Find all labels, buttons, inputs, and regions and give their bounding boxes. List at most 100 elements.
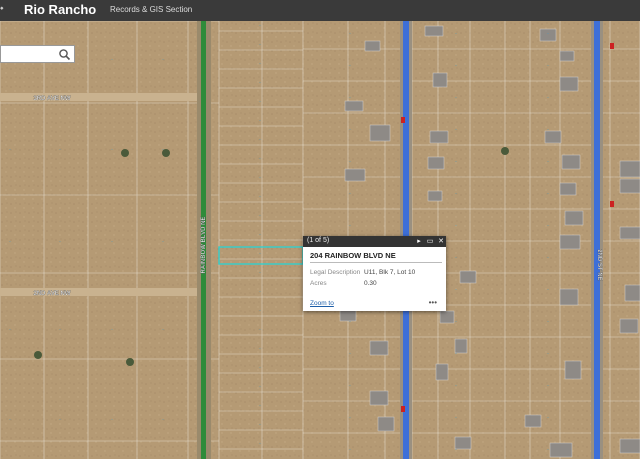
parcel-number-marker: · [547,63,549,69]
parcel-number-marker: · [455,223,457,229]
parcel-number-marker: · [9,147,11,153]
more-actions-icon[interactable]: ••• [429,298,437,307]
street-line [594,21,600,459]
parcel-number-marker: · [349,351,351,357]
parcel-number-marker: · [259,175,261,181]
parcel-number-marker: · [455,63,457,69]
parcel-number-marker: · [455,351,457,357]
parcel-number-marker: · [162,57,164,63]
parcel-number-marker: · [9,417,11,423]
parcel-number-marker: · [259,441,261,447]
parcel-number-marker: · [111,239,113,245]
house [369,340,389,356]
parcel-number-marker: · [349,319,351,325]
tree [121,149,129,157]
parcel-number-marker: · [455,127,457,133]
parcel-number-marker: · [59,147,61,153]
street [0,93,205,101]
parcel-number-marker: · [349,223,351,229]
popup-divider [310,262,442,263]
parcel-number-marker: · [349,447,351,453]
parcel-number-marker: · [259,251,261,257]
parcel-number-marker: · [547,255,549,261]
parcel-number-marker: · [259,23,261,29]
parcel-number-marker: · [455,191,457,197]
parcel-number-marker: · [259,156,261,162]
house [549,442,573,458]
parcel-number-marker: · [455,255,457,261]
house [619,438,640,454]
parcel-number-marker: · [259,99,261,105]
parcel-number-marker: · [547,191,549,197]
parcel-number-marker: · [162,147,164,153]
parcel-number-marker: · [259,346,261,352]
hydrant-marker [401,406,405,412]
close-icon[interactable]: ✕ [436,236,446,247]
house [624,284,640,302]
parcel-number-marker: · [547,447,549,453]
parcel-number-marker: · [455,287,457,293]
zoom-to-link[interactable]: Zoom to [310,300,334,307]
parcel-number-marker: · [455,319,457,325]
parcel-number-marker: · [9,239,11,245]
house [369,390,389,406]
app-logo-icon: ⬩ [0,3,4,14]
parcel-number-marker: · [259,61,261,67]
parcel-number-marker: · [349,127,351,133]
hydrant-marker [610,201,614,207]
house [561,154,581,170]
search-input[interactable] [3,48,57,60]
parcel-number-marker: · [259,308,261,314]
app-subtitle: Records & GIS Section [110,5,193,14]
house [424,25,444,37]
popup-field-value: 0.30 [364,280,377,287]
parcel-number-marker: · [259,327,261,333]
parcel-number-marker: · [259,80,261,86]
parcel-number-marker: · [547,31,549,37]
parcel-number-marker: · [259,422,261,428]
parcel-number-marker: · [162,417,164,423]
app-title: Rio Rancho [24,2,97,17]
maximize-icon[interactable]: ▭ [425,236,435,247]
street-label: 2ND AVE NW [33,291,70,297]
parcel-number-marker: · [349,95,351,101]
parcel-number-marker: · [59,327,61,333]
parcel-number-marker: · [259,42,261,48]
parcel-number-marker: · [59,417,61,423]
house [559,182,577,196]
house [559,288,579,306]
parcel-number-marker: · [111,417,113,423]
house [559,76,579,92]
app-header: ⬩ Rio Rancho Records & GIS Section [0,0,640,21]
parcel-number-marker: · [162,327,164,333]
next-feature-icon[interactable]: ▸ [414,236,424,247]
house [559,234,581,250]
parcel-number-marker: · [547,287,549,293]
map-view[interactable]: · · · · · · · · · · · · · · · · · · · · · · · · · · · · · · · · · · · · · · · ·… [0,21,640,459]
feature-popup: (1 of 5) ▸ ▭ ✕ 204 RAINBOW BLVD NE Legal… [303,236,446,311]
house [619,160,640,178]
parcel-number-marker: · [59,239,61,245]
parcel-number-marker: · [259,194,261,200]
house [427,190,443,202]
search-box [0,45,75,63]
parcel-number-marker: · [259,137,261,143]
house [619,318,639,334]
tree [501,147,509,155]
parcel-number-marker: · [259,118,261,124]
house [364,40,381,52]
popup-header: (1 of 5) ▸ ▭ ✕ [303,236,446,247]
house [344,100,364,112]
parcel-number-marker: · [259,384,261,390]
parcel-number-marker: · [111,57,113,63]
house [559,50,575,62]
house [459,270,477,284]
parcel-number-marker: · [547,383,549,389]
parcel-number-marker: · [547,95,549,101]
house [439,310,455,324]
parcel-number-marker: · [259,270,261,276]
hydrant-marker [401,117,405,123]
search-icon[interactable] [58,48,71,61]
parcel-number-marker: · [349,383,351,389]
parcel-number-marker: · [455,383,457,389]
